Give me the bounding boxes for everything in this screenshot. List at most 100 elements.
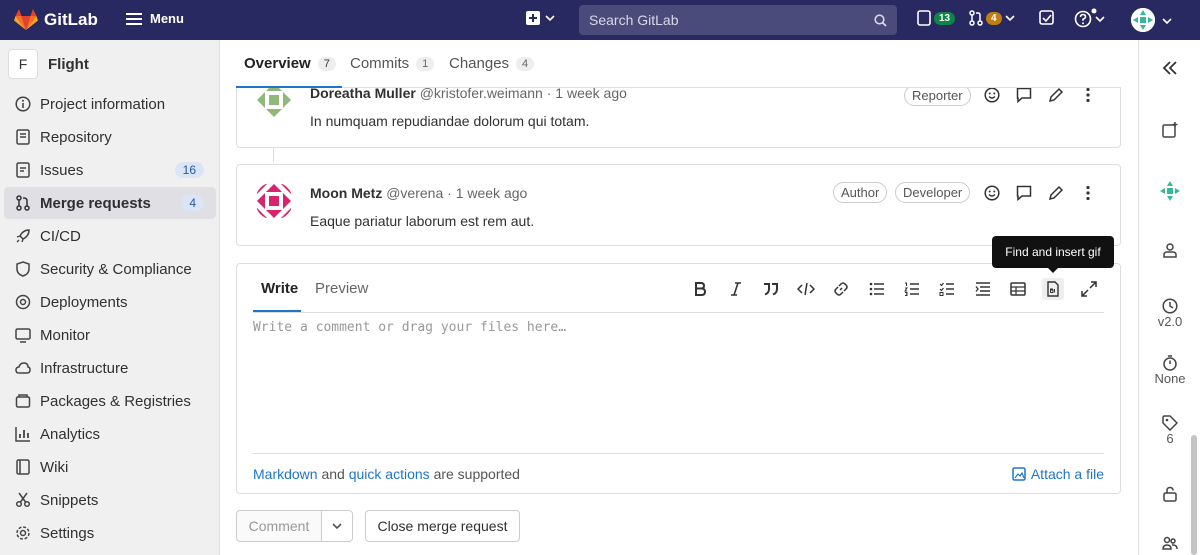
chevron-down-icon[interactable] xyxy=(1162,18,1172,24)
bold-button[interactable] xyxy=(689,278,711,300)
reply-button[interactable] xyxy=(1014,183,1034,203)
pencil-icon xyxy=(1048,185,1064,201)
author-name[interactable]: Moon Metz xyxy=(310,185,382,201)
tab-count: 7 xyxy=(317,56,336,71)
menu-button[interactable]: Menu xyxy=(126,11,184,26)
sidebar-item-issues[interactable]: Issues 16 xyxy=(4,154,216,186)
quick-actions-link[interactable]: quick actions xyxy=(349,466,430,482)
table-button[interactable] xyxy=(1007,278,1029,300)
tab-label: Commits xyxy=(350,55,410,72)
link-button[interactable] xyxy=(830,278,852,300)
close-merge-request-button[interactable]: Close merge request xyxy=(365,510,520,542)
preview-tab[interactable]: Preview xyxy=(315,280,368,297)
package-icon xyxy=(14,392,32,410)
scrollbar[interactable] xyxy=(1191,435,1197,555)
markdown-link[interactable]: Markdown xyxy=(253,466,318,482)
left-sidebar: F Flight Project information Repository … xyxy=(0,40,220,555)
new-dropdown-button[interactable] xyxy=(526,11,555,25)
milestone-item[interactable]: v2.0 xyxy=(1139,298,1200,329)
sidebar-item-infrastructure[interactable]: Infrastructure xyxy=(4,352,216,384)
edit-button[interactable] xyxy=(1046,85,1066,105)
sidebar-item-settings[interactable]: Settings xyxy=(4,517,216,549)
tab-commits[interactable]: Commits 1 xyxy=(350,55,435,72)
reviewer-button[interactable] xyxy=(1139,242,1200,258)
edit-button[interactable] xyxy=(1046,183,1066,203)
smiley-icon xyxy=(984,87,1000,103)
comment-type-dropdown[interactable] xyxy=(321,510,353,542)
note-timestamp[interactable]: · 1 week ago xyxy=(447,185,527,201)
author-badge: Author xyxy=(833,182,888,203)
issues-count-badge: 16 xyxy=(174,162,204,178)
collapsible-section-button[interactable] xyxy=(972,278,994,300)
italic-button[interactable] xyxy=(725,278,747,300)
kebab-icon xyxy=(1086,87,1090,103)
task-list-icon xyxy=(939,282,954,296)
comment-textarea[interactable] xyxy=(253,320,1104,450)
gear-icon xyxy=(14,524,32,542)
quote-icon xyxy=(764,283,778,296)
author-avatar[interactable] xyxy=(255,182,293,220)
code-button[interactable] xyxy=(795,278,817,300)
sidebar-item-label: Repository xyxy=(40,128,112,146)
more-actions-button[interactable] xyxy=(1078,85,1098,105)
sidebar-item-deployments[interactable]: Deployments xyxy=(4,286,216,318)
sidebar-item-wiki[interactable]: Wiki xyxy=(4,451,216,483)
tab-overview[interactable]: Overview 7 xyxy=(244,55,336,72)
sidebar-item-monitor[interactable]: Monitor xyxy=(4,319,216,351)
add-reaction-button[interactable] xyxy=(982,183,1002,203)
time-tracking-item[interactable]: None xyxy=(1139,355,1200,386)
chevron-down-icon xyxy=(545,15,555,21)
search-box[interactable] xyxy=(579,5,897,35)
double-chevron-left-icon xyxy=(1162,61,1177,75)
help-dropdown[interactable] xyxy=(1074,8,1105,28)
plus-square-icon xyxy=(526,11,540,25)
add-todo-button[interactable] xyxy=(1139,122,1200,138)
author-username[interactable]: @verena xyxy=(386,185,443,201)
add-reaction-button[interactable] xyxy=(982,85,1002,105)
sidebar-item-repository[interactable]: Repository xyxy=(4,121,216,153)
chevron-down-icon xyxy=(1004,15,1015,21)
issues-icon xyxy=(14,161,32,179)
users-icon xyxy=(1162,536,1178,550)
labels-count: 6 xyxy=(1166,431,1174,446)
numbered-list-button[interactable] xyxy=(901,278,923,300)
user-avatar[interactable] xyxy=(1131,8,1155,32)
tooltip: Find and insert gif xyxy=(992,236,1114,273)
collapse-sidebar-button[interactable] xyxy=(1139,60,1200,76)
issues-shortcut[interactable]: 13 xyxy=(917,10,956,26)
bullet-list-icon xyxy=(869,282,884,296)
sidebar-item-ci-cd[interactable]: CI/CD xyxy=(4,220,216,252)
merge-requests-shortcut[interactable]: 4 xyxy=(969,10,1015,26)
search-input[interactable] xyxy=(589,12,874,28)
sidebar-item-security[interactable]: Security & Compliance xyxy=(4,253,216,285)
bullet-list-button[interactable] xyxy=(866,278,888,300)
sidebar-item-project-information[interactable]: Project information xyxy=(4,88,216,120)
tab-changes[interactable]: Changes 4 xyxy=(449,55,535,72)
todos-shortcut[interactable] xyxy=(1039,10,1055,26)
project-header[interactable]: F Flight xyxy=(8,49,89,79)
fullscreen-button[interactable] xyxy=(1078,278,1100,300)
reply-button[interactable] xyxy=(1014,85,1034,105)
note-body: In numquam repudiandae dolorum qui totam… xyxy=(310,113,590,129)
sidebar-item-packages[interactable]: Packages & Registries xyxy=(4,385,216,417)
gitlab-logo[interactable]: GitLab xyxy=(14,9,98,31)
attach-file-button[interactable]: Attach a file xyxy=(1012,466,1104,482)
clock-icon xyxy=(1162,298,1178,314)
assignee-avatar[interactable] xyxy=(1139,180,1200,202)
comment-button[interactable]: Comment xyxy=(236,510,322,542)
insert-gif-button[interactable] xyxy=(1042,278,1064,300)
more-actions-button[interactable] xyxy=(1078,183,1098,203)
identicon-icon xyxy=(1160,181,1180,201)
sidebar-item-label: Analytics xyxy=(40,425,101,443)
task-list-button[interactable] xyxy=(936,278,958,300)
write-tab[interactable]: Write xyxy=(261,280,298,297)
divider xyxy=(253,312,1104,313)
sidebar-item-label: Deployments xyxy=(40,293,128,311)
sidebar-item-analytics[interactable]: Analytics xyxy=(4,418,216,450)
tab-label: Overview xyxy=(244,55,311,72)
sidebar-item-merge-requests[interactable]: Merge requests 4 xyxy=(4,187,216,219)
user-icon xyxy=(1163,243,1177,258)
quote-button[interactable] xyxy=(760,278,782,300)
sidebar-item-snippets[interactable]: Snippets xyxy=(4,484,216,516)
sidebar-item-label: CI/CD xyxy=(40,227,81,245)
